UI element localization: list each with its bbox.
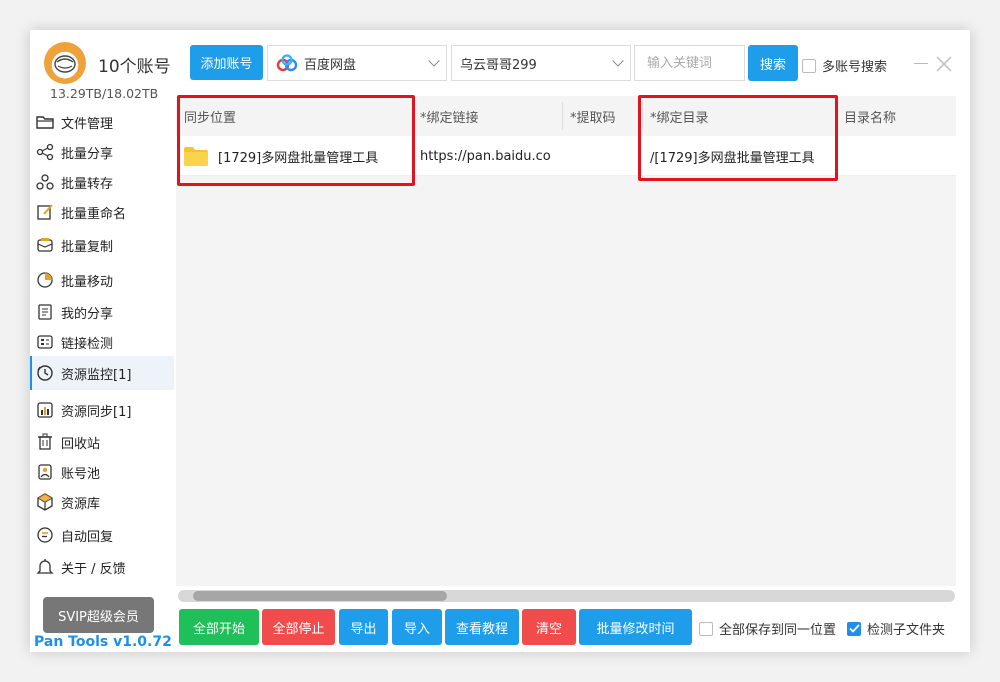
sidebar-item-label: 链接检测 [61, 336, 114, 352]
sidebar-item-label: 资源库 [61, 496, 101, 512]
sidebar-item-label: 账号池 [61, 466, 101, 482]
checkbox-box[interactable] [847, 621, 861, 636]
tutorial-button[interactable]: 查看教程 [445, 609, 519, 645]
sidebar-item-resource-monitor[interactable]: 资源监控[1] [30, 356, 174, 390]
copy-icon [36, 236, 54, 254]
sidebar-item-label: 关于 / 反馈 [61, 561, 126, 577]
sidebar-item-file-manage[interactable]: 文件管理 [30, 105, 174, 139]
sidebar-item-batch-rename[interactable]: 批量重命名 [30, 195, 174, 229]
account-count: 10个账号 [98, 57, 171, 77]
checkbox-box[interactable] [699, 621, 713, 636]
import-button[interactable]: 导入 [392, 609, 442, 645]
sidebar-item-label: 批量复制 [61, 239, 114, 255]
baidu-pan-icon [276, 54, 298, 72]
minimize-icon[interactable] [914, 63, 928, 64]
stop-all-button[interactable]: 全部停止 [262, 609, 335, 645]
folder-icon [184, 147, 208, 166]
clear-button[interactable]: 清空 [522, 609, 576, 645]
close-icon[interactable] [936, 56, 952, 72]
column-header-bind-dir[interactable]: *绑定目录 [644, 96, 836, 136]
sidebar-item-label: 批量移动 [61, 274, 114, 290]
sidebar-item-label: 自动回复 [61, 529, 114, 545]
sidebar-item-batch-share[interactable]: 批量分享 [30, 135, 174, 169]
app-version: Pan Tools v1.0.72 [34, 634, 172, 650]
checkbox-box[interactable] [802, 58, 816, 73]
sidebar-item-about-feedback[interactable]: 关于 / 反馈 [30, 550, 174, 584]
sidebar-item-label: 文件管理 [61, 116, 114, 132]
sidebar-item-recycle-bin[interactable]: 回收站 [30, 425, 174, 459]
cell-bind-dir[interactable]: /[1729]多网盘批量管理工具 [650, 136, 834, 176]
bell-icon [36, 558, 54, 576]
account-pool-icon [36, 463, 54, 481]
column-header-dir-name[interactable]: 目录名称 [838, 96, 956, 136]
app-window: 10个账号 13.29TB/18.02TB 添加账号 百度网盘 乌云哥哥299 … [30, 30, 970, 652]
svip-badge[interactable]: SVIP超级会员 [43, 597, 154, 633]
sidebar-item-label: 我的分享 [61, 306, 114, 322]
sidebar-item-label: 资源同步[1] [61, 404, 132, 420]
trash-icon [36, 433, 54, 451]
transfer-icon [36, 173, 54, 191]
storage-usage: 13.29TB/18.02TB [50, 86, 159, 101]
link-check-icon [36, 333, 54, 351]
user-select-value: 乌云哥哥299 [460, 57, 537, 73]
table-row[interactable]: [1729]多网盘批量管理工具 https://pan.baidu.co /[1… [176, 136, 956, 176]
sidebar-item-auto-reply[interactable]: 自动回复 [30, 518, 174, 552]
save-same-location-checkbox[interactable]: 全部保存到同一位置 [699, 619, 836, 638]
start-all-button[interactable]: 全部开始 [179, 609, 259, 645]
resource-box-icon [36, 493, 54, 511]
disk-select[interactable]: 百度网盘 [267, 45, 447, 81]
save-same-location-label: 全部保存到同一位置 [719, 623, 837, 638]
sidebar-item-account-pool[interactable]: 账号池 [30, 455, 174, 489]
sidebar-item-batch-transfer[interactable]: 批量转存 [30, 165, 174, 199]
my-share-icon [36, 303, 54, 321]
sidebar-item-resource-sync[interactable]: 资源同步[1] [30, 393, 174, 427]
sync-chart-icon [36, 401, 54, 419]
detect-subfolder-label: 检测子文件夹 [867, 623, 946, 638]
column-divider[interactable] [562, 102, 563, 130]
multi-account-search-label: 多账号搜索 [822, 60, 888, 75]
column-header-sync-location[interactable]: 同步位置 [178, 96, 408, 136]
column-header-bind-link[interactable]: *绑定链接 [414, 96, 562, 136]
add-account-button[interactable]: 添加账号 [190, 45, 263, 80]
auto-reply-icon [36, 526, 54, 544]
sidebar-item-label: 批量分享 [61, 146, 114, 162]
sidebar-item-link-check[interactable]: 链接检测 [30, 325, 174, 359]
chevron-down-icon [428, 55, 440, 67]
app-logo-icon [44, 42, 86, 84]
detect-subfolder-checkbox[interactable]: 检测子文件夹 [847, 619, 945, 638]
user-select[interactable]: 乌云哥哥299 [451, 45, 631, 81]
sidebar-item-label: 资源监控[1] [61, 367, 132, 383]
sidebar-item-label: 批量重命名 [61, 206, 127, 222]
sidebar-item-label: 批量转存 [61, 176, 114, 192]
column-divider[interactable] [836, 102, 837, 130]
cell-sync-location: [1729]多网盘批量管理工具 [218, 150, 379, 166]
table-header: 同步位置 *绑定链接 *提取码 *绑定目录 目录名称 [176, 96, 956, 136]
search-button[interactable]: 搜索 [748, 45, 798, 81]
keyword-input[interactable] [634, 45, 745, 81]
sidebar-item-resource-library[interactable]: 资源库 [30, 485, 174, 519]
export-button[interactable]: 导出 [339, 609, 388, 645]
cell-bind-link[interactable]: https://pan.baidu.co [420, 136, 560, 176]
cell-extract-code[interactable] [570, 136, 640, 176]
sidebar-item-batch-move[interactable]: 批量移动 [30, 263, 174, 297]
sidebar-item-my-share[interactable]: 我的分享 [30, 295, 174, 329]
sync-table: 同步位置 *绑定链接 *提取码 *绑定目录 目录名称 [1729]多网盘批量管理… [176, 96, 956, 586]
rename-icon [36, 203, 54, 221]
share-icon [36, 143, 54, 161]
multi-account-search-checkbox[interactable]: 多账号搜索 [802, 56, 887, 75]
cell-dir-name [844, 136, 954, 176]
column-header-extract-code[interactable]: *提取码 [564, 96, 642, 136]
move-icon [36, 271, 54, 289]
check-icon [848, 624, 860, 633]
monitor-icon [36, 364, 54, 382]
sidebar-item-batch-copy[interactable]: 批量复制 [30, 228, 174, 262]
horizontal-scrollbar-thumb[interactable] [193, 591, 447, 601]
column-divider[interactable] [642, 102, 643, 130]
batch-edit-time-button[interactable]: 批量修改时间 [579, 609, 692, 645]
folder-icon [36, 113, 54, 131]
column-divider[interactable] [412, 102, 413, 130]
chevron-down-icon [612, 55, 624, 67]
disk-select-value: 百度网盘 [304, 57, 357, 73]
sidebar-item-label: 回收站 [61, 436, 101, 452]
